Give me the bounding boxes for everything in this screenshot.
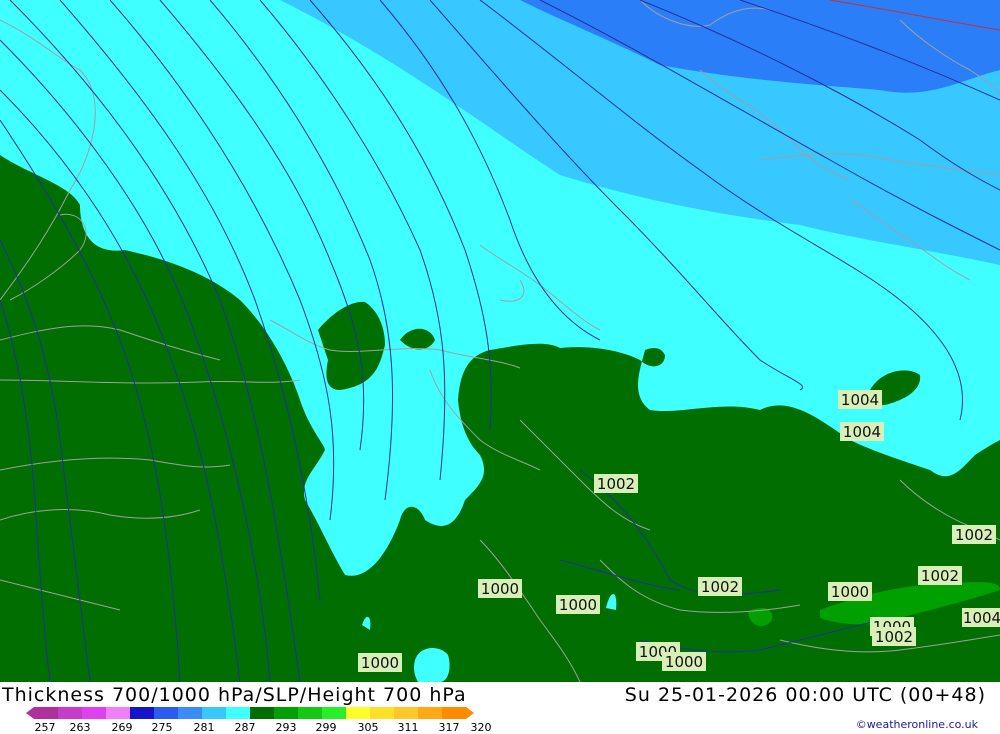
colorbar-tick-label: 299 [315, 721, 337, 734]
isobar-label: 1004 [838, 390, 882, 409]
cyan-hole [414, 648, 450, 682]
colorbar-tick-label: 317 [438, 721, 460, 734]
colorbar-swatch [250, 707, 275, 719]
isobar-label: 1000 [662, 652, 706, 671]
colorbar-tick-label: 269 [111, 721, 133, 734]
isobar-label: 1000 [358, 653, 402, 672]
isobar-label: 1002 [698, 577, 742, 596]
colorbar-tick-label: 263 [69, 721, 91, 734]
svg-text:1002: 1002 [597, 475, 635, 493]
colorbar-tick-label: 305 [357, 721, 379, 734]
map-footer: Thickness 700/1000 hPa/SLP/Height 700 hP… [0, 682, 1000, 734]
map-title: Thickness 700/1000 hPa/SLP/Height 700 hP… [2, 684, 467, 706]
isobar-label: 1002 [918, 566, 962, 585]
colorbar-swatch [178, 707, 203, 719]
colorbar-swatch [370, 707, 395, 719]
isobar-label: 1000 [556, 595, 600, 614]
weather-map: 1004 1004 1002 1002 1000 1000 1002 1000 … [0, 0, 1000, 683]
isobar-label: 1002 [594, 474, 638, 493]
colorbar-swatch [442, 707, 467, 719]
svg-text:1004: 1004 [843, 423, 881, 441]
svg-text:1004: 1004 [841, 391, 879, 409]
colorbar-tick-label: 257 [34, 721, 56, 734]
svg-text:1004: 1004 [963, 609, 1000, 627]
colorbar-swatch [418, 707, 443, 719]
credit-link[interactable]: ©weatheronline.co.uk [856, 718, 978, 731]
svg-text:1002: 1002 [875, 628, 913, 646]
colorbar-swatch [34, 707, 59, 719]
svg-text:1000: 1000 [831, 583, 869, 601]
colorbar-tick-label: 281 [193, 721, 215, 734]
colorbar-swatch [58, 707, 83, 719]
colorbar-swatch [394, 707, 419, 719]
svg-text:1000: 1000 [559, 596, 597, 614]
colorbar-swatch [298, 707, 323, 719]
colorbar-tick-label: 275 [151, 721, 173, 734]
colorbar-swatch [274, 707, 299, 719]
color-scale-bar [26, 707, 474, 719]
svg-text:1000: 1000 [481, 580, 519, 598]
colorbar-swatch [154, 707, 179, 719]
colorbar-swatch [226, 707, 251, 719]
colorbar-swatch [346, 707, 371, 719]
colorbar-right-arrow [466, 707, 474, 719]
colorbar-tick-label: 287 [234, 721, 256, 734]
isobar-label: 1000 [828, 582, 872, 601]
colorbar-left-arrow [26, 707, 34, 719]
isobar-label: 1000 [478, 579, 522, 598]
colorbar-swatch [202, 707, 227, 719]
colorbar-tick-label: 293 [275, 721, 297, 734]
valid-time: Su 25-01-2026 00:00 UTC (00+48) [624, 684, 986, 706]
isobar-label: 1002 [872, 627, 916, 646]
svg-text:1002: 1002 [921, 567, 959, 585]
isobar-label: 1002 [952, 525, 996, 544]
colorbar-swatch [322, 707, 347, 719]
isobar-label: 1004 [962, 608, 1000, 627]
svg-text:1002: 1002 [701, 578, 739, 596]
svg-text:1002: 1002 [955, 526, 993, 544]
colorbar-swatch [106, 707, 131, 719]
svg-text:1000: 1000 [361, 654, 399, 672]
isobar-label: 1004 [840, 422, 884, 441]
colorbar-tick-label: 320 [470, 721, 492, 734]
colorbar-swatch [130, 707, 155, 719]
svg-text:1000: 1000 [665, 653, 703, 671]
colorbar-tick-label: 311 [397, 721, 419, 734]
colorbar-swatch [82, 707, 107, 719]
